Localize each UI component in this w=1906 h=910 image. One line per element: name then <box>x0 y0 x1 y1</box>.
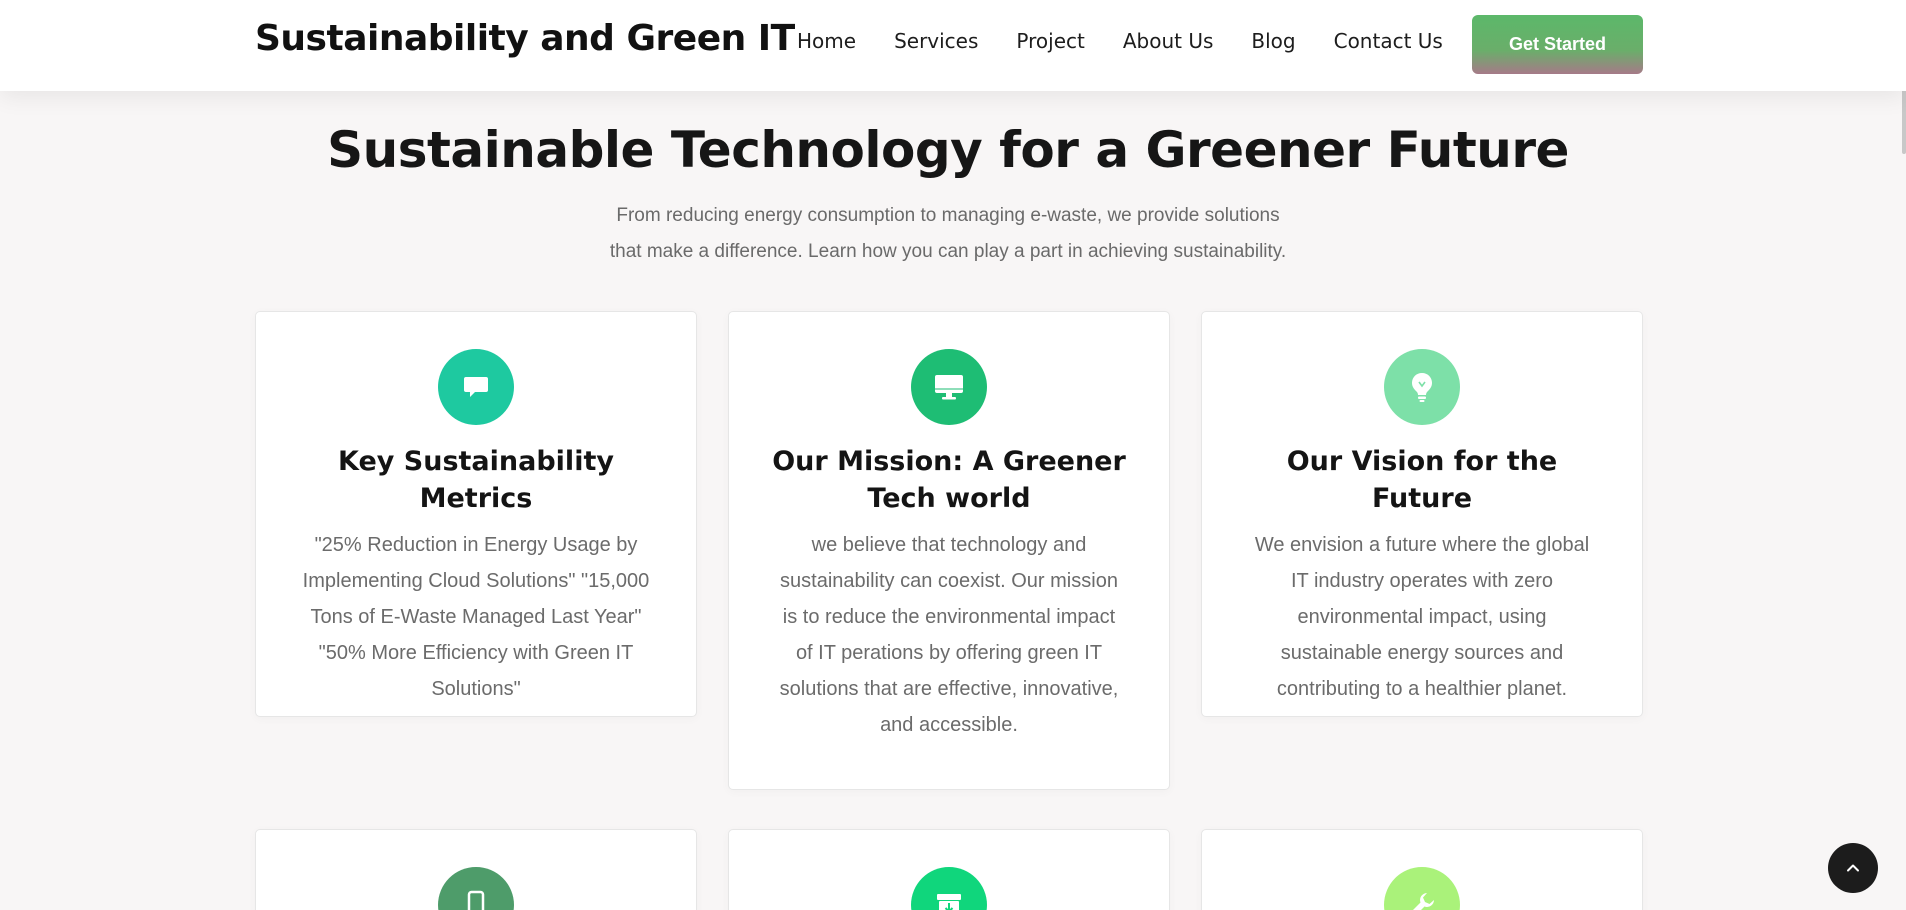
monitor-icon <box>911 349 987 425</box>
hero-subtitle-line-2: that make a difference. Learn how you ca… <box>609 241 1287 262</box>
card-our-vision: Our Vision for the Future We envision a … <box>1201 311 1643 717</box>
nav-services[interactable]: Services <box>894 29 978 53</box>
lightbulb-icon <box>1384 349 1460 425</box>
hero-subtitle: From reducing energy consumption to mana… <box>585 198 1311 270</box>
card-text: "25% Reduction in Energy Usage by Implem… <box>302 534 650 700</box>
card-tools <box>1201 829 1643 910</box>
phone-icon <box>438 867 514 910</box>
nav-project[interactable]: Project <box>1016 29 1084 53</box>
card-mobile <box>255 829 697 910</box>
card-title: Our Vision for the Future <box>1286 446 1558 514</box>
nav-contact-us[interactable]: Contact Us <box>1334 29 1443 53</box>
hero-title: Sustainable Technology for a Greener Fut… <box>327 121 1569 179</box>
get-started-button[interactable]: Get Started <box>1472 15 1643 74</box>
back-to-top-button[interactable] <box>1828 843 1878 893</box>
card-our-mission: Our Mission: A Greener Tech world we bel… <box>728 311 1170 790</box>
wrench-icon <box>1384 867 1460 910</box>
chat-icon <box>438 349 514 425</box>
nav-blog[interactable]: Blog <box>1251 29 1295 53</box>
card-text: We envision a future where the global IT… <box>1254 534 1590 700</box>
main-nav: Home Services Project About Us Blog Cont… <box>797 29 1443 53</box>
site-header: Sustainability and Green IT Home Service… <box>0 0 1906 91</box>
card-key-metrics: Key Sustainability Metrics "25% Reductio… <box>255 311 697 717</box>
chevron-up-icon <box>1847 864 1859 872</box>
card-text: we believe that technology and sustainab… <box>779 534 1119 736</box>
card-archive <box>728 829 1170 910</box>
archive-icon <box>911 867 987 910</box>
hero-subtitle-line-1: From reducing energy consumption to mana… <box>616 205 1280 226</box>
site-logo[interactable]: Sustainability and Green IT <box>255 18 795 59</box>
nav-home[interactable]: Home <box>797 29 856 53</box>
card-title: Our Mission: A Greener Tech world <box>772 446 1126 514</box>
nav-about-us[interactable]: About Us <box>1123 29 1214 53</box>
card-title: Key Sustainability Metrics <box>338 446 614 514</box>
